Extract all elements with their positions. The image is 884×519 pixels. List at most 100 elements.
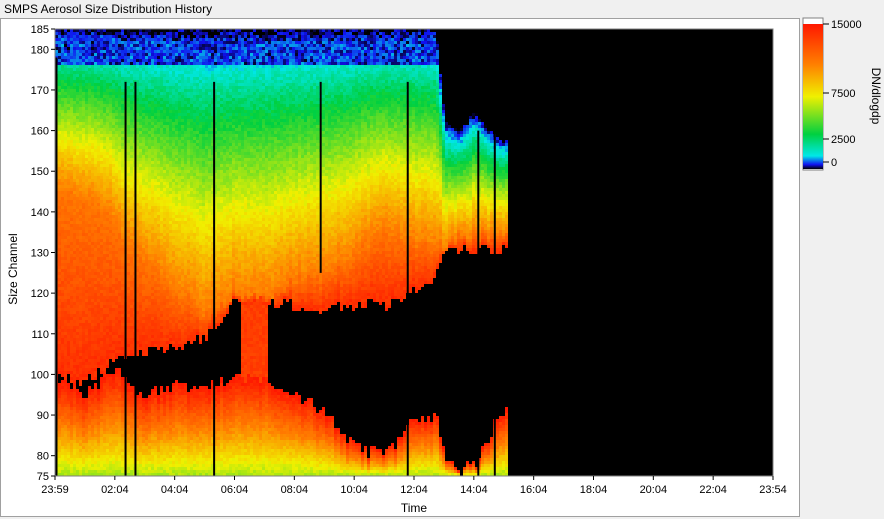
heatmap-cell: [112, 167, 115, 170]
heatmap-cell: [64, 320, 67, 323]
heatmap-cell: [100, 236, 103, 239]
heatmap-cell: [82, 239, 85, 242]
heatmap-cell: [157, 395, 160, 398]
heatmap-cell: [115, 449, 118, 452]
heatmap-cell: [76, 56, 79, 59]
heatmap-cell: [118, 230, 121, 233]
heatmap-cell: [82, 74, 85, 77]
heatmap-cell: [100, 119, 103, 122]
heatmap-cell: [100, 452, 103, 455]
heatmap-cell: [139, 239, 142, 242]
heatmap-cell: [85, 62, 88, 65]
heatmap-cell: [88, 101, 91, 104]
heatmap-cell: [97, 185, 100, 188]
heatmap-cell: [118, 389, 121, 392]
heatmap-cell: [73, 242, 76, 245]
heatmap-cell: [148, 287, 151, 290]
heatmap-cell: [91, 242, 94, 245]
heatmap-cell: [70, 248, 73, 251]
heatmap-cell: [61, 62, 64, 65]
heatmap-cell: [139, 170, 142, 173]
heatmap-cell: [76, 458, 79, 461]
heatmap-cell: [154, 206, 157, 209]
heatmap-cell: [106, 287, 109, 290]
heatmap-cell: [97, 254, 100, 257]
heatmap-cell: [112, 434, 115, 437]
heatmap-cell: [145, 422, 148, 425]
heatmap-cell: [58, 350, 61, 353]
heatmap-cell: [145, 155, 148, 158]
heatmap-cell: [76, 455, 79, 458]
heatmap-cell: [58, 119, 61, 122]
heatmap-cell: [148, 149, 151, 152]
heatmap-cell: [64, 305, 67, 308]
heatmap-cell: [70, 188, 73, 191]
heatmap-cell: [82, 119, 85, 122]
heatmap-cell: [115, 347, 118, 350]
heatmap-cell: [157, 320, 160, 323]
heatmap-cell: [97, 38, 100, 41]
heatmap-cell: [76, 332, 79, 335]
heatmap-cell: [100, 290, 103, 293]
heatmap-cell: [76, 281, 79, 284]
heatmap-cell: [79, 41, 82, 44]
heatmap-cell: [115, 416, 118, 419]
heatmap-cell: [100, 344, 103, 347]
heatmap-cell: [61, 257, 64, 260]
heatmap-cell: [91, 365, 94, 368]
heatmap-cell: [139, 230, 142, 233]
heatmap-cell: [88, 335, 91, 338]
heatmap-cell: [94, 101, 97, 104]
heatmap-cell: [130, 83, 133, 86]
heatmap-cell: [133, 44, 136, 47]
heatmap-cell: [97, 314, 100, 317]
heatmap-cell: [67, 335, 70, 338]
heatmap-cell: [130, 320, 133, 323]
heatmap-cell: [148, 74, 151, 77]
heatmap-cell: [103, 461, 106, 464]
heatmap-cell: [82, 467, 85, 470]
heatmap-cell: [130, 440, 133, 443]
heatmap-cell: [79, 149, 82, 152]
heatmap-cell: [58, 266, 61, 269]
heatmap-cell: [127, 458, 130, 461]
heatmap-cell: [145, 329, 148, 332]
heatmap-cell: [109, 218, 112, 221]
heatmap-cell: [115, 188, 118, 191]
heatmap-cell: [145, 212, 148, 215]
heatmap-cell: [58, 251, 61, 254]
heatmap-cell: [91, 155, 94, 158]
heatmap-cell: [130, 335, 133, 338]
heatmap-cell: [127, 248, 130, 251]
heatmap-cell: [94, 203, 97, 206]
heatmap-cell: [154, 38, 157, 41]
heatmap-cell: [73, 197, 76, 200]
heatmap-cell: [61, 374, 64, 377]
heatmap-cell: [109, 437, 112, 440]
heatmap-cell: [85, 131, 88, 134]
heatmap-cell: [130, 431, 133, 434]
heatmap-cell: [109, 35, 112, 38]
heatmap-cell: [148, 143, 151, 146]
heatmap-cell: [151, 434, 154, 437]
heatmap-cell: [109, 182, 112, 185]
heatmap-cell: [70, 359, 73, 362]
heatmap-cell: [61, 92, 64, 95]
heatmap-cell: [130, 344, 133, 347]
heatmap-cell: [100, 323, 103, 326]
heatmap-cell: [151, 401, 154, 404]
heatmap-cell: [106, 329, 109, 332]
heatmap-cell: [61, 155, 64, 158]
heatmap-cell: [100, 308, 103, 311]
heatmap-cell: [106, 38, 109, 41]
heatmap-cell: [142, 176, 145, 179]
heatmap-cell: [85, 119, 88, 122]
heatmap-cell: [118, 341, 121, 344]
heatmap-cell: [76, 152, 79, 155]
heatmap-cell: [148, 230, 151, 233]
heatmap-cell: [112, 329, 115, 332]
heatmap-cell: [151, 320, 154, 323]
heatmap-cell: [82, 206, 85, 209]
heatmap-cell: [76, 305, 79, 308]
heatmap-cell: [115, 218, 118, 221]
